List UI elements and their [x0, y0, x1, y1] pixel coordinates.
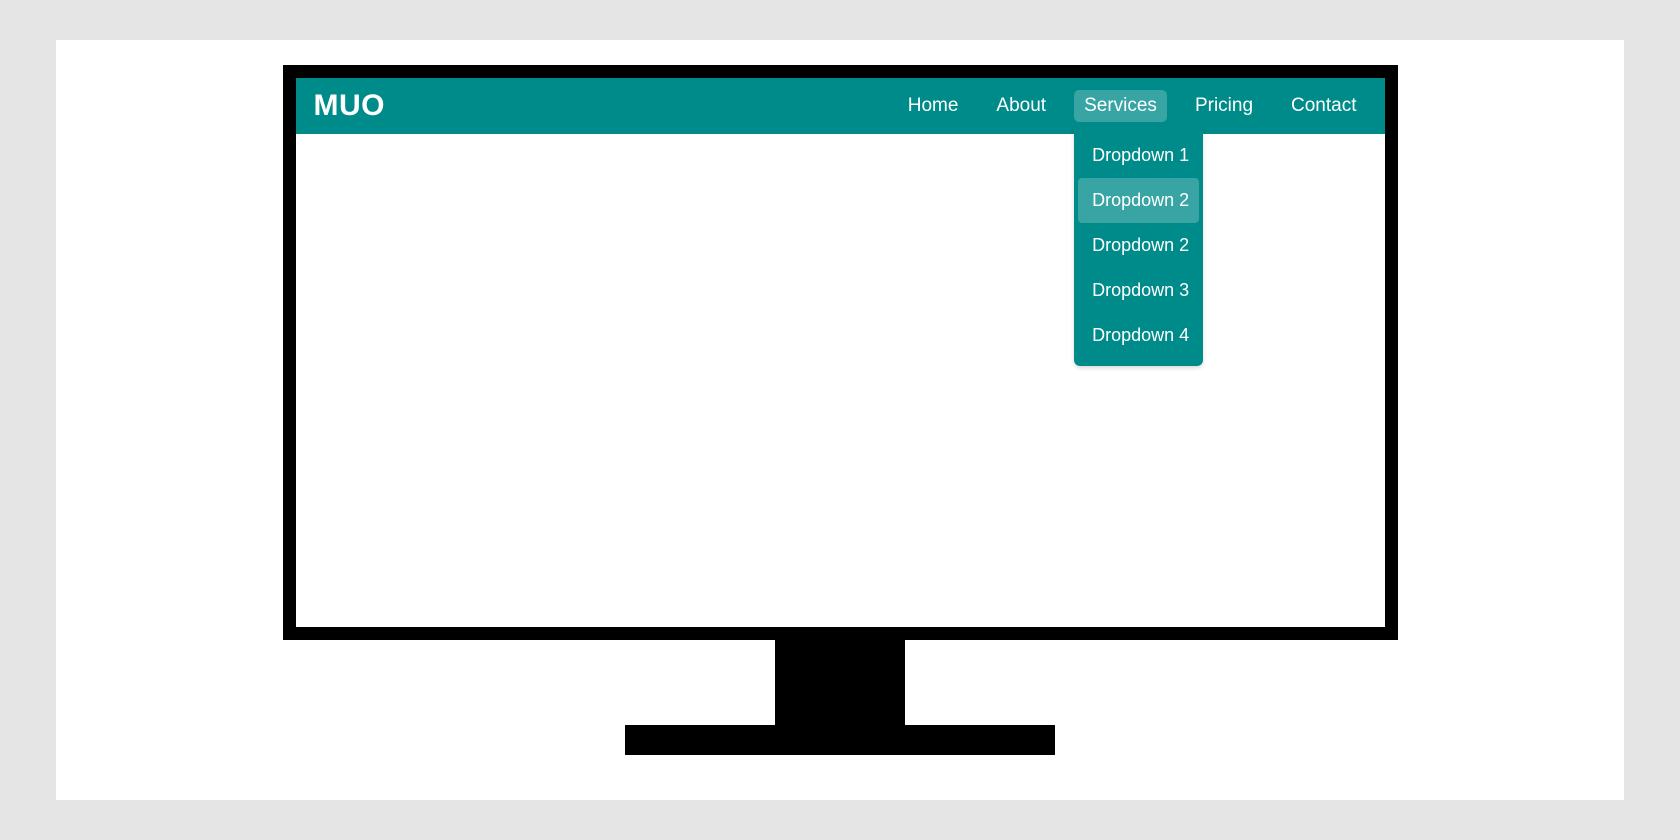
nav-item-services[interactable]: ServicesDropdown 1Dropdown 2Dropdown 2Dr… — [1074, 90, 1167, 122]
monitor: MUO HomeAboutServicesDropdown 1Dropdown … — [283, 65, 1398, 755]
monitor-base — [625, 725, 1055, 755]
nav-item-label: About — [996, 95, 1046, 116]
canvas: MUO HomeAboutServicesDropdown 1Dropdown … — [56, 40, 1624, 800]
dropdown-item[interactable]: Dropdown 4 — [1074, 313, 1203, 358]
monitor-neck — [775, 640, 905, 725]
dropdown-item[interactable]: Dropdown 2 — [1078, 178, 1199, 223]
nav-item-home[interactable]: Home — [898, 90, 969, 122]
nav-item-contact[interactable]: Contact — [1281, 90, 1366, 122]
screen: MUO HomeAboutServicesDropdown 1Dropdown … — [296, 78, 1385, 627]
nav-item-label: Services — [1084, 95, 1157, 116]
nav-list: Home About ServicesDropdown 1Dropdown 2Dro… — [898, 90, 1367, 122]
brand-logo[interactable]: MUO — [314, 89, 386, 123]
dropdown-item[interactable]: Dropdown 2 — [1074, 223, 1203, 268]
nav-item-label: Contact — [1291, 95, 1356, 116]
dropdown-menu: Dropdown 1Dropdown 2Dropdown 2Dropdown 3… — [1074, 127, 1203, 366]
nav-item-about[interactable]: About — [986, 90, 1056, 122]
monitor-bezel: MUO HomeAboutServicesDropdown 1Dropdown … — [283, 65, 1398, 640]
dropdown-item[interactable]: Dropdown 1 — [1074, 133, 1203, 178]
dropdown-item[interactable]: Dropdown 3 — [1074, 268, 1203, 313]
nav-item-label: Home — [908, 95, 959, 116]
navbar: MUO Home About ServicesDropdown 1Dropdown … — [296, 78, 1385, 134]
nav-item-label: Pricing — [1195, 95, 1253, 116]
nav-item-pricing[interactable]: Pricing — [1185, 90, 1263, 122]
